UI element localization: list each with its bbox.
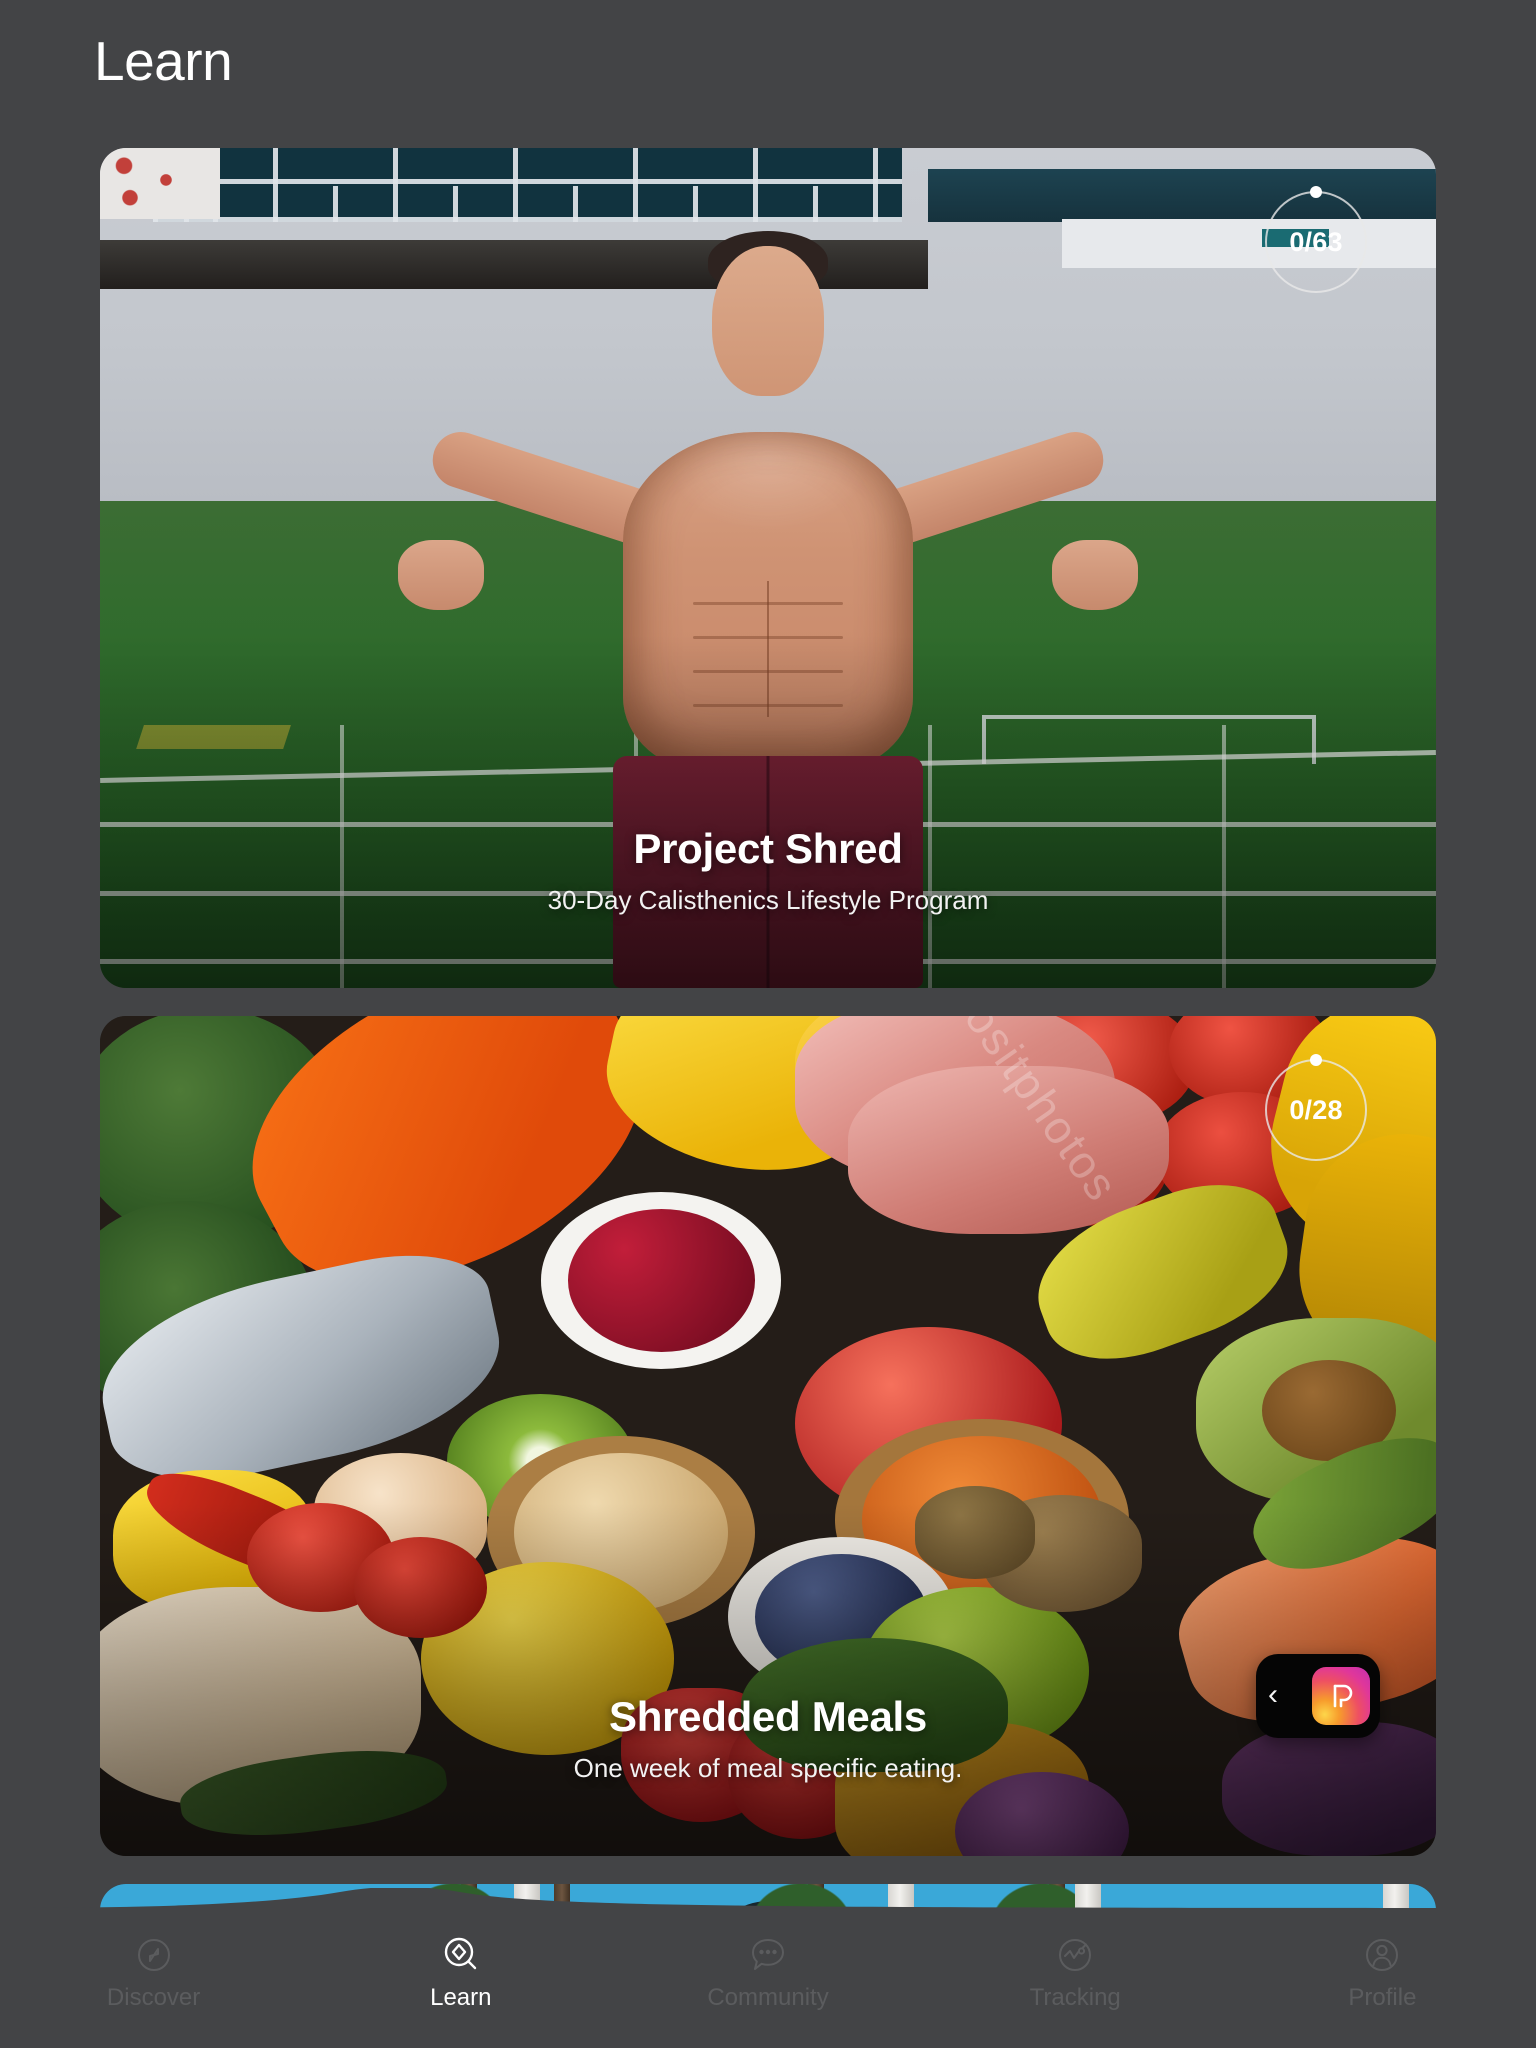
program-card-shredded-meals[interactable]: depositphotos 0/28 Shredded Meals One we… (100, 1016, 1436, 1856)
nav-label-tracking: Tracking (1029, 1984, 1121, 2011)
compass-icon (137, 1939, 170, 1971)
program-card-project-shred[interactable]: 0/63 Project Shred 30-Day Calisthenics L… (100, 148, 1436, 988)
nav-label-discover: Discover (106, 1984, 201, 2011)
search-diamond-icon (444, 1937, 476, 1970)
card-subtitle: 30-Day Calisthenics Lifestyle Program (547, 885, 989, 915)
gradient-app-icon[interactable] (1312, 1667, 1370, 1725)
nav-item-profile[interactable]: Profile (1229, 1932, 1536, 2012)
app-switcher-pill[interactable]: ‹ (1256, 1654, 1380, 1738)
progress-ring: 0/63 (1260, 186, 1372, 298)
card-text-block: Project Shred 30-Day Calisthenics Lifest… (100, 824, 1436, 916)
nav-item-learn[interactable]: Learn (307, 1932, 614, 2012)
card-subtitle: One week of meal specific eating. (573, 1753, 963, 1783)
page-title: Learn (94, 30, 233, 92)
card-title: Shredded Meals (609, 1693, 927, 1740)
nav-label-profile: Profile (1348, 1984, 1417, 2011)
progress-ring-label: 0/63 (1289, 226, 1343, 257)
nav-item-tracking[interactable]: Tracking (922, 1932, 1229, 2012)
card-text-block: Shredded Meals One week of meal specific… (100, 1692, 1436, 1784)
program-card-list[interactable]: 0/63 Project Shred 30-Day Calisthenics L… (0, 148, 1536, 1948)
nav-item-community[interactable]: Community (614, 1932, 921, 2012)
person-icon (1366, 1939, 1399, 1971)
progress-ring-label: 0/28 (1289, 1094, 1343, 1125)
learn-screen: Learn 0/63 Project Shred 30-Day Calisthe… (0, 0, 1536, 2048)
card-title: Project Shred (633, 825, 903, 872)
nav-item-group: Discover Learn Community Tracking Profil… (0, 1920, 1536, 2048)
back-chevron-icon[interactable]: ‹ (1268, 1679, 1278, 1710)
bottom-navigation-bar: Discover Learn Community Tracking Profil… (0, 1888, 1536, 2048)
chat-bubble-icon (752, 1939, 784, 1970)
nav-label-learn: Learn (430, 1984, 492, 2011)
progress-ring: 0/28 (1260, 1054, 1372, 1166)
activity-chart-icon (1059, 1939, 1092, 1971)
nav-label-community: Community (707, 1984, 829, 2011)
nav-item-discover[interactable]: Discover (0, 1932, 307, 2012)
